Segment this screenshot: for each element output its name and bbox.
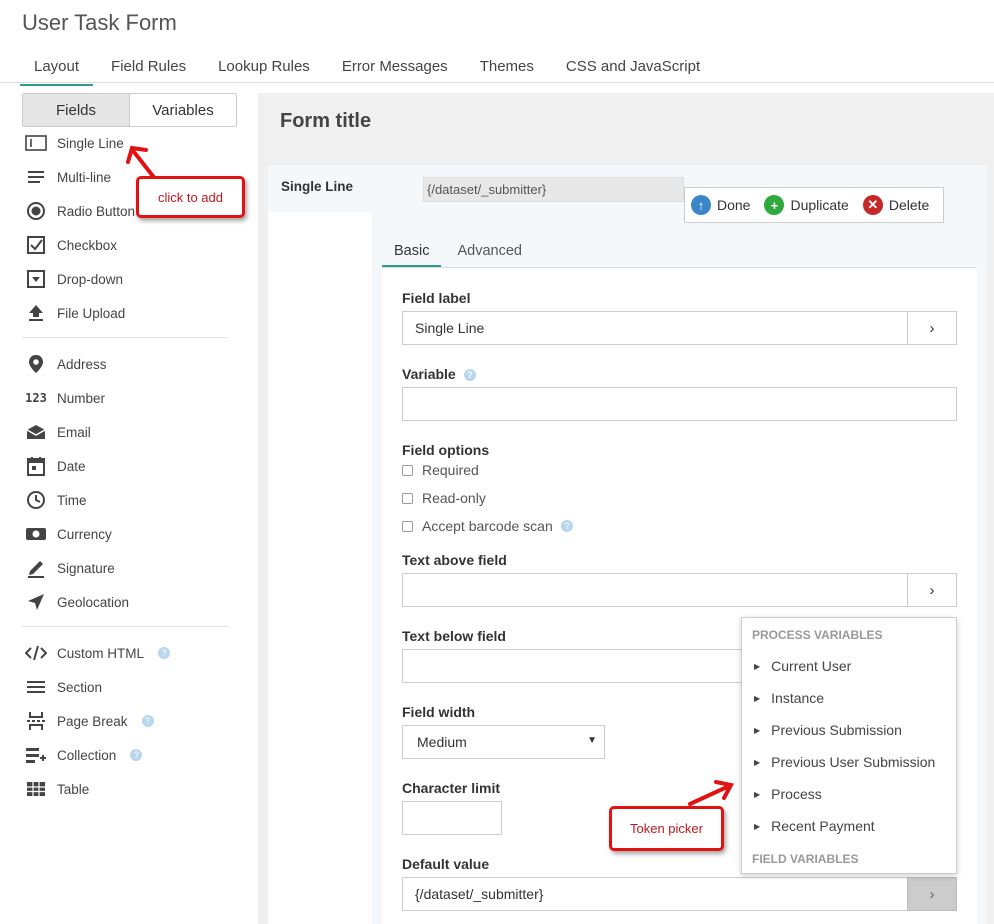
arrow-to-token-picker <box>688 780 735 806</box>
click-to-add-callout: click to add <box>136 176 245 218</box>
token-picker-callout: Token picker <box>609 806 724 851</box>
annotation-arrows <box>126 145 735 806</box>
